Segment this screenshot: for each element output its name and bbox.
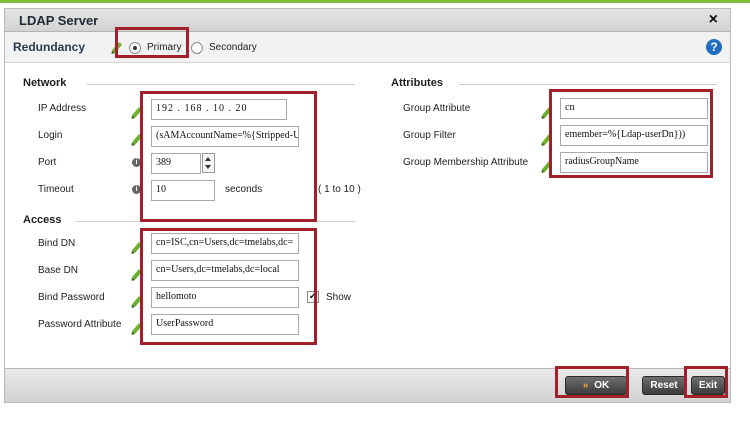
port-spinner[interactable] — [202, 153, 215, 173]
show-password-label: Show — [326, 292, 352, 303]
redundancy-label: Redundancy — [13, 40, 86, 54]
password-attribute-input[interactable]: UserPassword — [151, 314, 299, 335]
edit-pencil-icon — [541, 161, 553, 172]
timeout-unit: seconds — [225, 184, 263, 195]
login-input[interactable]: (sAMAccountName=%{Stripped-U — [151, 126, 299, 147]
group-membership-attribute-label: Group Membership Attribute — [403, 157, 529, 168]
ip-address-label: IP Address — [38, 103, 87, 114]
dialog-footer: » OK Reset Exit — [5, 368, 730, 402]
port-input[interactable]: 389 — [151, 153, 201, 174]
bind-password-label: Bind Password — [38, 292, 105, 303]
edit-pencil-icon — [131, 242, 143, 253]
network-heading: Network — [23, 77, 67, 89]
top-accent-line — [0, 0, 750, 3]
chevron-right-icon: » — [582, 380, 589, 391]
radio-primary-label[interactable]: Primary — [147, 42, 181, 53]
edit-pencil-icon — [111, 42, 123, 53]
radio-primary[interactable] — [129, 42, 141, 54]
password-attribute-label: Password Attribute — [38, 319, 122, 330]
radio-secondary[interactable] — [191, 42, 203, 54]
attributes-heading: Attributes — [391, 77, 443, 89]
network-divider — [87, 84, 355, 85]
info-icon: i — [132, 158, 141, 167]
show-password-checkbox[interactable]: ✓ — [307, 291, 319, 303]
edit-pencil-icon — [131, 107, 143, 118]
group-filter-input[interactable]: emember=%{Ldap-userDn})) — [560, 125, 708, 146]
edit-pencil-icon — [131, 296, 143, 307]
port-label: Port — [38, 157, 57, 168]
group-attribute-input[interactable]: cn — [560, 98, 708, 119]
base-dn-label: Base DN — [38, 265, 79, 276]
group-attribute-label: Group Attribute — [403, 103, 471, 114]
timeout-label: Timeout — [38, 184, 74, 195]
reset-button[interactable]: Reset — [642, 376, 686, 395]
ok-button-label: OK — [594, 380, 610, 391]
timeout-range: ( 1 to 10 ) — [318, 184, 361, 195]
dialog-titlebar: LDAP Server × — [5, 9, 730, 32]
access-heading: Access — [23, 214, 62, 226]
dialog-title: LDAP Server — [19, 13, 99, 28]
edit-pencil-icon — [541, 107, 553, 118]
edit-pencil-icon — [131, 269, 143, 280]
timeout-input[interactable]: 10 — [151, 180, 215, 201]
bind-password-input[interactable]: hellomoto — [151, 287, 299, 308]
group-filter-label: Group Filter — [403, 130, 456, 141]
edit-pencil-icon — [131, 323, 143, 334]
close-icon[interactable]: × — [709, 11, 718, 29]
redundancy-bar: Redundancy Primary Secondary ? — [5, 32, 730, 63]
base-dn-input[interactable]: cn=Users,dc=tmelabs,dc=local — [151, 260, 299, 281]
bind-dn-label: Bind DN — [38, 238, 76, 249]
access-divider — [75, 221, 355, 222]
ok-button[interactable]: » OK — [565, 376, 627, 395]
ip-address-input[interactable]: 192 . 168 . 10 . 20 — [151, 99, 287, 120]
ldap-server-dialog: LDAP Server × Redundancy Primary Seconda… — [4, 8, 731, 403]
group-membership-attribute-input[interactable]: radiusGroupName — [560, 152, 708, 173]
edit-pencil-icon — [541, 134, 553, 145]
edit-pencil-icon — [131, 134, 143, 145]
attributes-divider — [459, 84, 717, 85]
radio-secondary-label[interactable]: Secondary — [209, 42, 257, 53]
bind-dn-input[interactable]: cn=ISC,cn=Users,dc=tmelabs,dc= — [151, 233, 299, 254]
exit-button[interactable]: Exit — [691, 376, 725, 395]
login-label: Login — [38, 130, 63, 141]
help-icon[interactable]: ? — [706, 39, 722, 55]
info-icon: i — [132, 185, 141, 194]
